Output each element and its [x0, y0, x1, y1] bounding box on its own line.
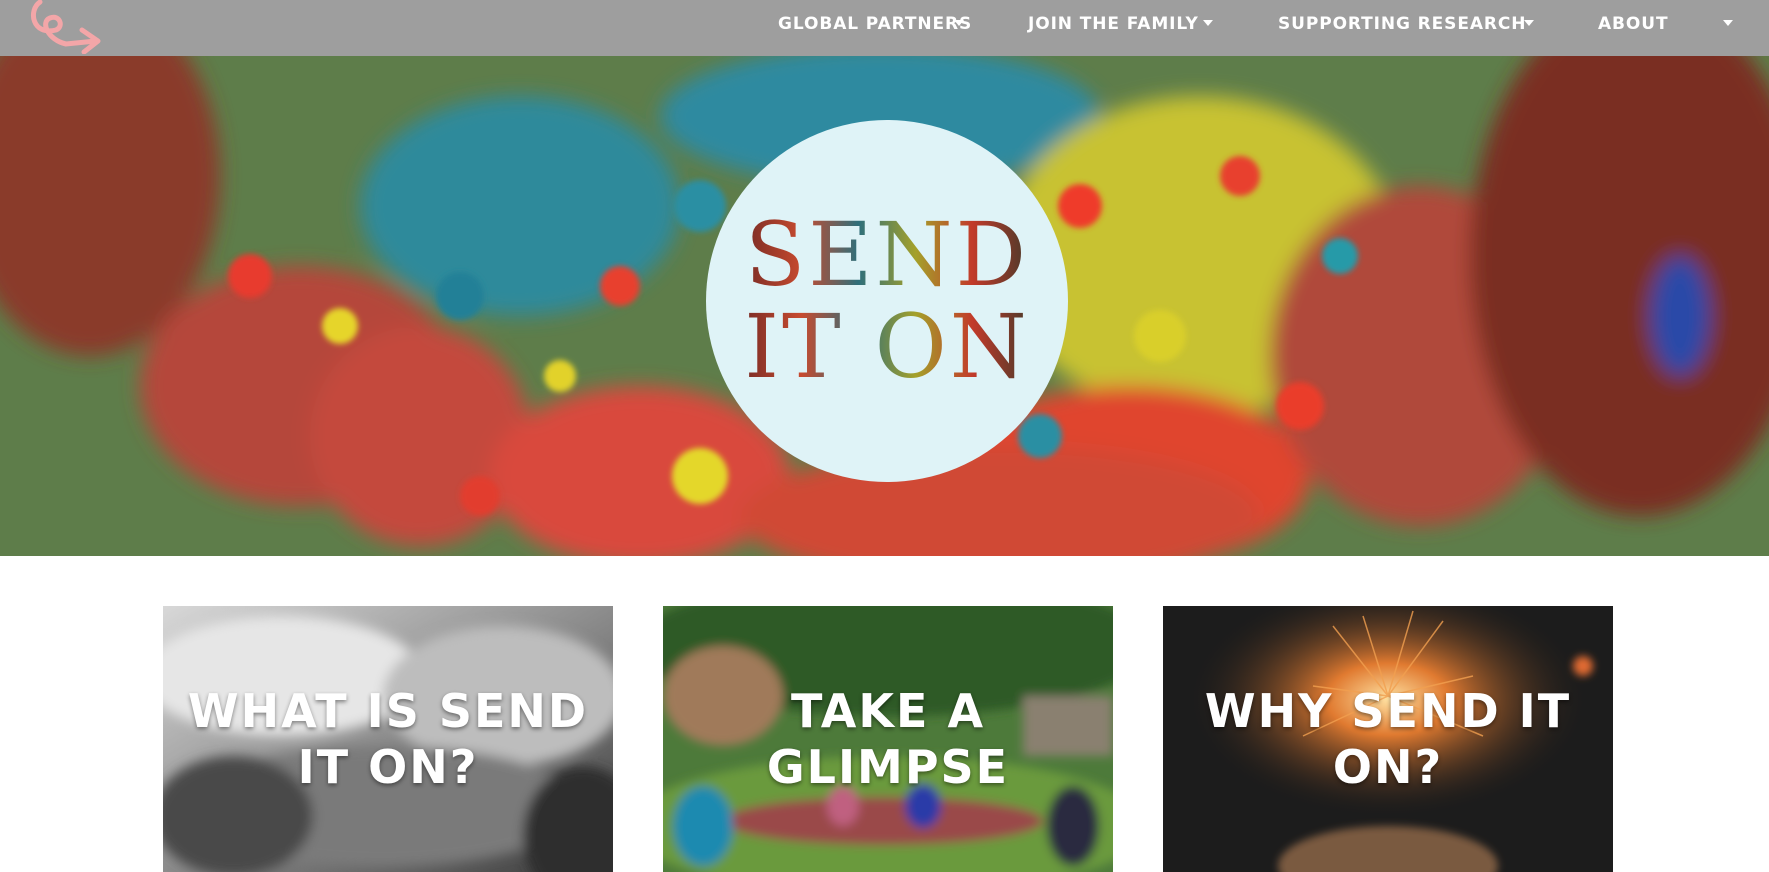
nav-join-the-family[interactable]: JOIN THE FAMILY: [1028, 0, 1199, 48]
nav-global-partners-label: GLOBAL PARTNERS: [778, 14, 973, 34]
send-it-on-logo: SEND IT ON: [706, 120, 1068, 482]
hero-banner: SEND IT ON: [0, 56, 1769, 556]
card-take-a-glimpse[interactable]: TAKE A GLIMPSE: [663, 606, 1113, 872]
nav-supporting-research-label: SUPPORTING RESEARCH: [1278, 14, 1527, 34]
logo-line-2: IT ON: [744, 295, 1030, 398]
card-title: TAKE A GLIMPSE: [766, 684, 1010, 794]
card-title: WHY SEND IT ON?: [1204, 684, 1572, 794]
caret-down-icon[interactable]: [1203, 20, 1213, 26]
nav-about[interactable]: ABOUT: [1598, 0, 1668, 48]
nav-about-label: ABOUT: [1598, 14, 1669, 34]
logo-line-1: SEND: [744, 203, 1030, 306]
caret-down-icon[interactable]: [1723, 20, 1733, 26]
nav-join-the-family-label: JOIN THE FAMILY: [1028, 14, 1199, 34]
caret-down-icon[interactable]: [1524, 20, 1534, 26]
nav-global-partners[interactable]: GLOBAL PARTNERS: [778, 0, 972, 48]
card-title: WHAT IS SEND IT ON?: [187, 684, 589, 794]
brand-logo-icon[interactable]: [26, 0, 102, 55]
card-what-is-send-it-on[interactable]: WHAT IS SEND IT ON?: [163, 606, 613, 872]
nav-supporting-research[interactable]: SUPPORTING RESEARCH: [1278, 0, 1526, 48]
card-why-send-it-on[interactable]: WHY SEND IT ON?: [1163, 606, 1613, 872]
top-navigation: GLOBAL PARTNERS JOIN THE FAMILY SUPPORTI…: [0, 0, 1769, 56]
caret-down-icon[interactable]: [954, 20, 964, 26]
